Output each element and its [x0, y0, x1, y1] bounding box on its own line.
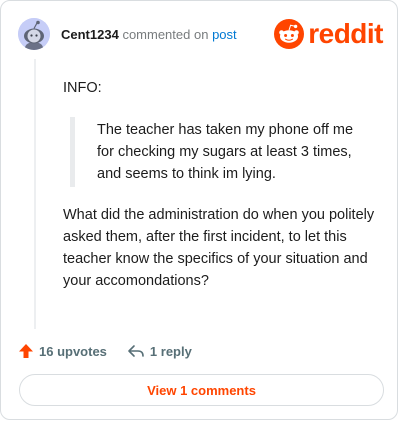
comment-paragraph: What did the administration do when you …	[63, 204, 385, 292]
paragraph-line: teacher know the specifics of your situa…	[63, 251, 368, 267]
user-avatar[interactable]	[18, 18, 50, 50]
view-comments-button[interactable]: View 1 comments	[19, 374, 384, 406]
comment-meta: Cent1234 commented on post	[61, 27, 237, 42]
comment-body: INFO: The teacher has taken my phone off…	[63, 77, 385, 292]
quote-line: for checking my sugars at least 3 times,	[97, 144, 352, 160]
upvote-count: 16 upvotes	[39, 343, 107, 359]
quote-line: The teacher has taken my phone off me	[97, 122, 354, 138]
comment-actions: 16 upvotes 1 reply	[18, 341, 192, 361]
reply-button[interactable]: 1 reply	[127, 343, 192, 359]
reply-count: 1 reply	[149, 343, 192, 359]
reddit-avatar-icon	[18, 18, 50, 50]
quote-line: and seems to think im lying.	[97, 166, 276, 182]
info-label: INFO:	[63, 80, 102, 96]
upvote-button[interactable]: 16 upvotes	[18, 343, 107, 359]
reddit-logo[interactable]: reddit	[274, 18, 383, 50]
blockquote: The teacher has taken my phone off me fo…	[70, 117, 385, 187]
paragraph-line: asked them, after the first incident, to…	[63, 229, 347, 245]
paragraph-line: your accomondations?	[63, 273, 209, 289]
reddit-wordmark: reddit	[308, 18, 383, 49]
reddit-logo-icon	[274, 19, 305, 49]
upvote-arrow-icon	[19, 344, 33, 358]
username-link[interactable]: Cent1234	[61, 27, 119, 42]
comment-header: Cent1234 commented on post reddit	[18, 18, 383, 50]
comment-card: Cent1234 commented on post reddit INFO: …	[0, 0, 398, 420]
reply-arrow-icon	[128, 345, 144, 357]
thread-line[interactable]	[34, 59, 36, 329]
post-link[interactable]: post	[212, 27, 237, 42]
commented-on-text: commented on	[122, 27, 209, 42]
paragraph-line: What did the administration do when you …	[63, 207, 375, 223]
